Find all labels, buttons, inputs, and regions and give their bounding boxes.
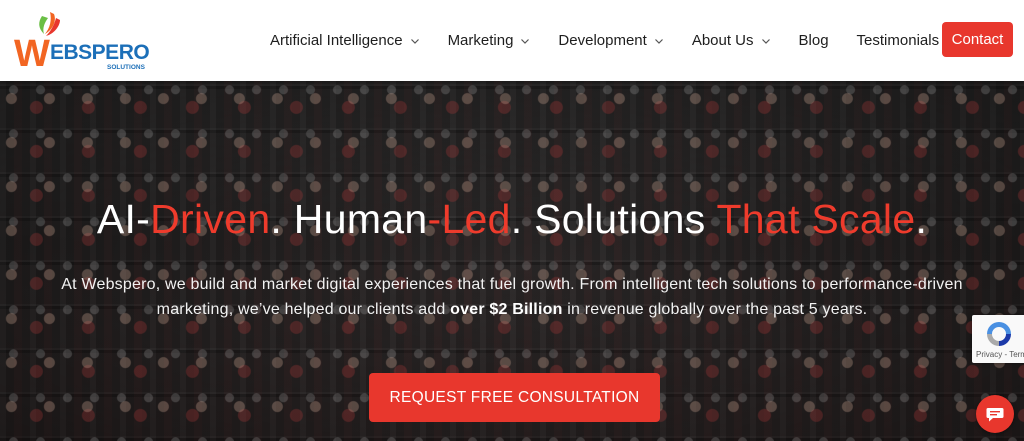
title-highlight: -Led	[427, 196, 511, 242]
site-header: W EBSPERO SOLUTIONS Artificial Intellige…	[0, 0, 1024, 81]
hero-title: AI-Driven. Human-Led. Solutions That Sca…	[0, 196, 1024, 243]
svg-text:SOLUTIONS: SOLUTIONS	[107, 64, 146, 71]
logo-graphic: W EBSPERO SOLUTIONS	[14, 12, 150, 72]
title-highlight: That Scale	[716, 196, 916, 242]
nav-item-artificial-intelligence[interactable]: Artificial Intelligence	[270, 32, 420, 49]
chat-button[interactable]	[976, 395, 1014, 433]
title-highlight: Driven	[150, 196, 271, 242]
title-part: . Solutions	[510, 196, 717, 242]
recaptcha-icon	[984, 319, 1014, 349]
nav-item-marketing[interactable]: Marketing	[448, 32, 531, 49]
nav-item-label: Marketing	[447, 32, 514, 49]
main-nav: Artificial Intelligence Marketing Develo…	[270, 0, 967, 81]
svg-text:EBSPERO: EBSPERO	[50, 41, 149, 64]
recaptcha-badge[interactable]: Privacy - Terms	[972, 315, 1024, 363]
contact-button[interactable]: Contact	[942, 22, 1013, 57]
description-text: in revenue globally over the past 5 year…	[562, 301, 868, 318]
hero-section: AI-Driven. Human-Led. Solutions That Sca…	[0, 81, 1024, 441]
recaptcha-links[interactable]: Privacy - Terms	[976, 350, 1024, 359]
nav-item-testimonials[interactable]: Testimonials	[857, 32, 940, 49]
title-part: AI-	[96, 196, 151, 242]
nav-item-development[interactable]: Development	[558, 32, 663, 49]
chat-bubble-icon	[986, 408, 1004, 422]
nav-item-label: Testimonials	[856, 32, 940, 49]
title-part: . Human	[270, 196, 428, 242]
request-consultation-button[interactable]: REQUEST FREE CONSULTATION	[369, 373, 660, 422]
nav-item-label: Blog	[798, 32, 829, 49]
nav-item-blog[interactable]: Blog	[799, 32, 829, 49]
nav-item-label: Artificial Intelligence	[270, 32, 403, 49]
hero-description: At Webspero, we build and market digital…	[30, 272, 994, 322]
chevron-down-icon	[654, 36, 664, 46]
webspero-logo[interactable]: W EBSPERO SOLUTIONS	[12, 8, 152, 72]
nav-item-about-us[interactable]: About Us	[692, 32, 771, 49]
svg-text:W: W	[14, 33, 50, 72]
title-part: .	[915, 196, 928, 242]
description-highlight: over $2 Billion	[450, 301, 563, 318]
chevron-down-icon	[410, 36, 420, 46]
chevron-down-icon	[520, 36, 530, 46]
nav-item-label: Development	[558, 32, 647, 49]
nav-item-label: About Us	[691, 32, 754, 49]
chevron-down-icon	[761, 36, 771, 46]
